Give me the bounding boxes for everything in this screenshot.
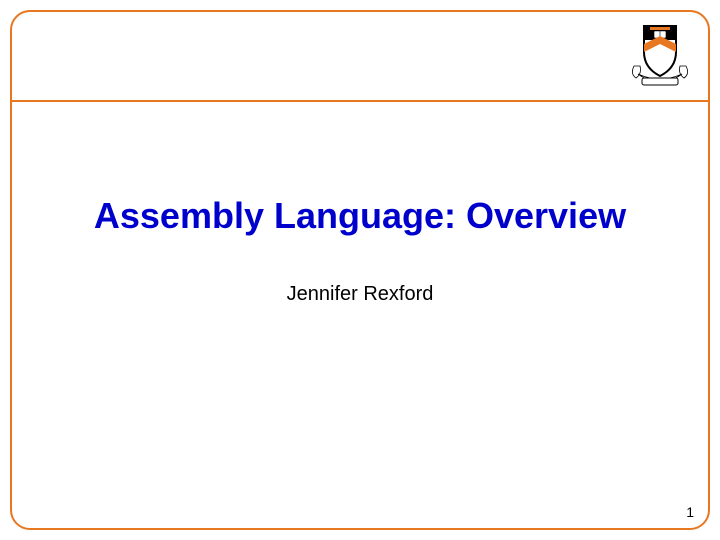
page-number: 1 — [686, 504, 694, 520]
princeton-shield-icon — [628, 18, 692, 90]
header-divider — [10, 100, 710, 102]
slide-outer-frame — [10, 10, 710, 530]
page-title: Assembly Language: Overview — [0, 195, 720, 237]
author-name: Jennifer Rexford — [0, 283, 720, 306]
